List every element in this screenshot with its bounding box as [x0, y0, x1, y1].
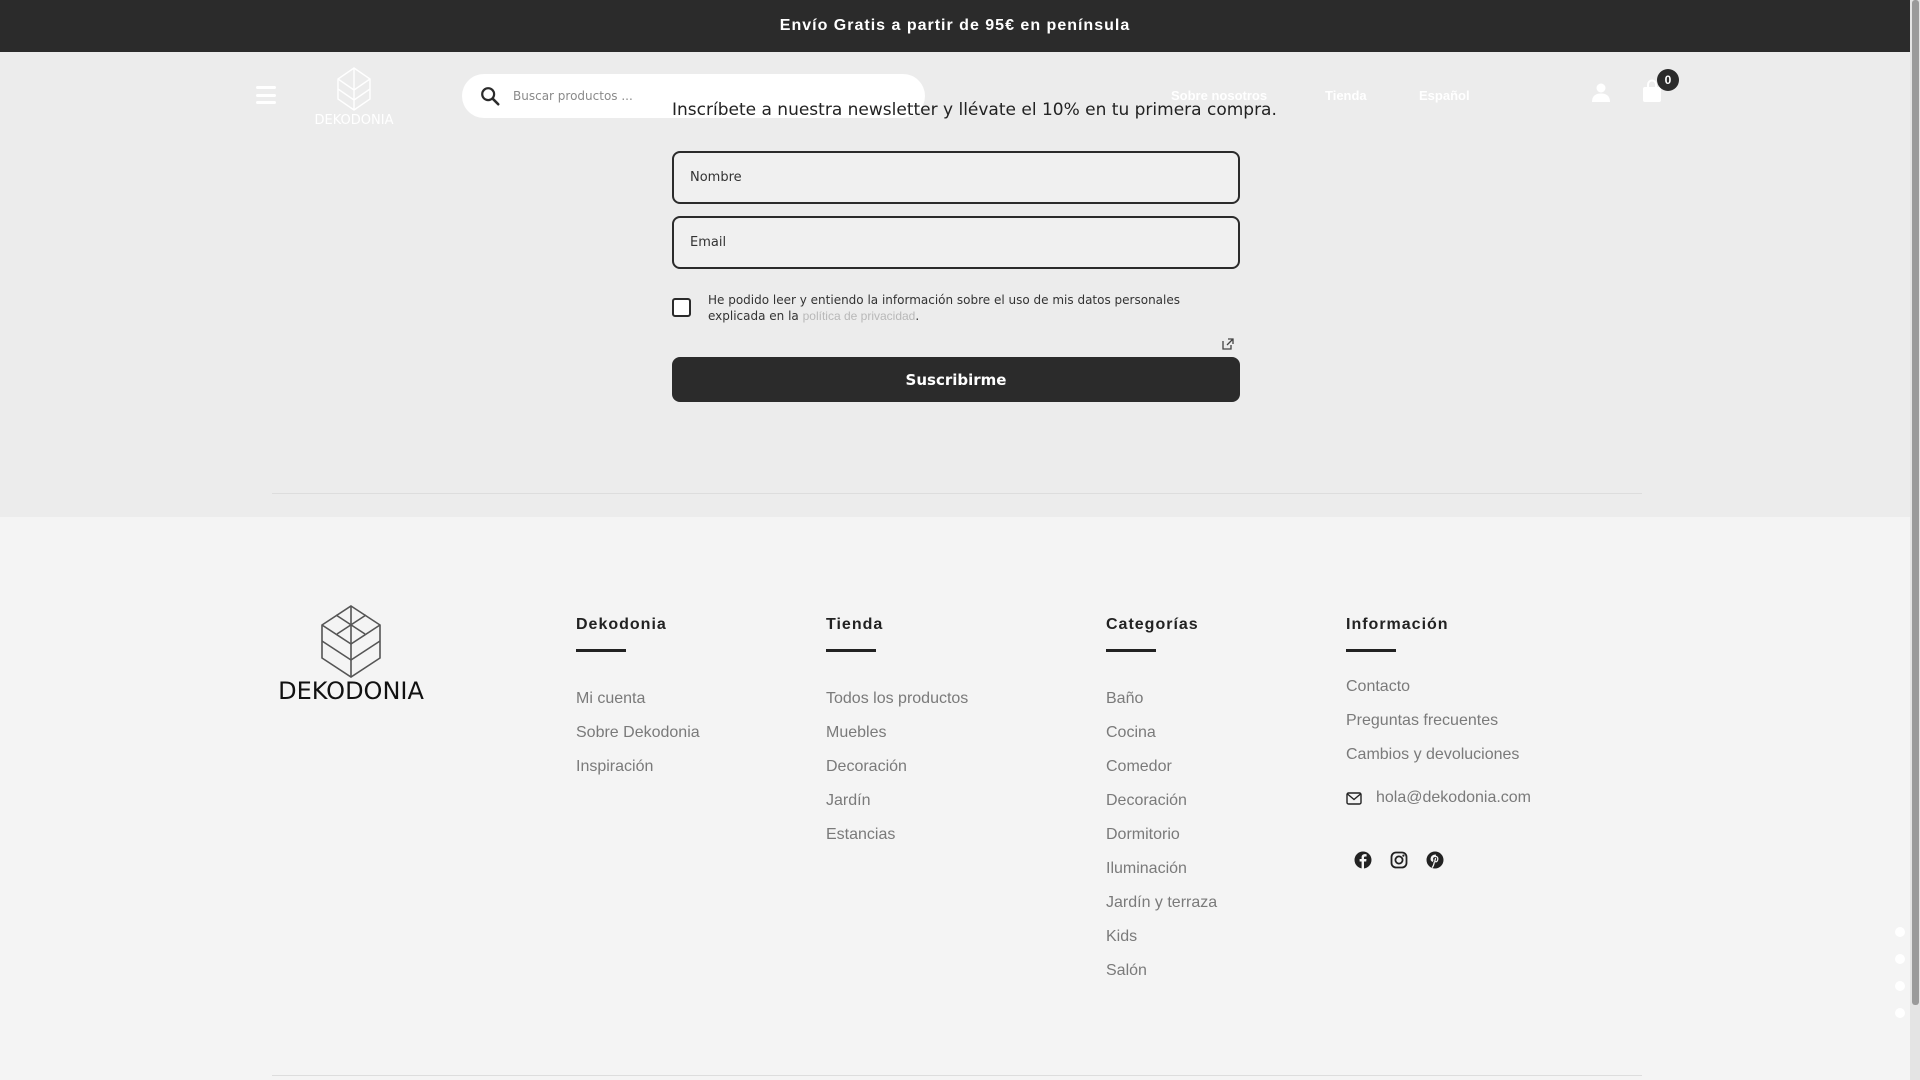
footer-link-contact[interactable]: Contacto: [1346, 678, 1519, 712]
envelope-icon: [1346, 791, 1362, 805]
instagram-link[interactable]: [1388, 849, 1410, 871]
name-input[interactable]: [690, 170, 1210, 185]
consent-checkbox[interactable]: [672, 298, 691, 317]
section-nav-dot[interactable]: [1895, 954, 1905, 964]
newsletter-section: [0, 52, 1910, 517]
footer-link-living-room[interactable]: Salón: [1106, 962, 1217, 996]
footer-link-bedroom[interactable]: Dormitorio: [1106, 826, 1217, 860]
footer-links-dekodonia: Mi cuenta Sobre Dekodonia Inspiración: [576, 690, 700, 792]
nav-language[interactable]: Español: [1419, 88, 1470, 103]
footer-link-decor[interactable]: Decoración: [1106, 792, 1217, 826]
footer-col-title-shop: Tienda: [826, 616, 884, 633]
footer-link-returns[interactable]: Cambios y devoluciones: [1346, 746, 1519, 780]
facebook-icon: [1354, 851, 1372, 869]
consent-text: He podido leer y entiendo la información…: [708, 292, 1240, 324]
instagram-icon: [1390, 851, 1408, 869]
footer-links-shop: Todos los productos Muebles Decoración J…: [826, 690, 968, 860]
user-icon[interactable]: [1591, 82, 1611, 102]
footer-link-all-products[interactable]: Todos los productos: [826, 690, 968, 724]
footer-email[interactable]: hola@dekodonia.com: [1346, 789, 1531, 807]
footer-links-categories: Baño Cocina Comedor Decoración Dormitori…: [1106, 690, 1217, 996]
footer-col-title-categories: Categorías: [1106, 616, 1199, 633]
footer-link-decoration[interactable]: Decoración: [826, 758, 968, 792]
section-nav-dot[interactable]: [1895, 981, 1905, 991]
footer-link-rooms[interactable]: Estancias: [826, 826, 968, 860]
section-nav-dot[interactable]: [1895, 1008, 1905, 1018]
footer-link-faq[interactable]: Preguntas frecuentes: [1346, 712, 1519, 746]
footer-col-title-info: Información: [1346, 616, 1449, 633]
shipping-banner-text: Envío Gratis a partir de 95€ en penínsul…: [779, 17, 1131, 34]
privacy-policy-link[interactable]: política de privacidad: [803, 309, 916, 323]
footer-link-kitchen[interactable]: Cocina: [1106, 724, 1217, 758]
footer-link-garden[interactable]: Jardín: [826, 792, 968, 826]
header-logo[interactable]: DEKODONIA: [310, 66, 398, 126]
footer-link-inspiration[interactable]: Inspiración: [576, 758, 700, 792]
section-divider: [272, 493, 1642, 494]
footer-col-underline: [576, 649, 626, 652]
footer-link-about[interactable]: Sobre Dekodonia: [576, 724, 700, 758]
footer-col-underline: [826, 649, 876, 652]
footer-logo[interactable]: DEKODONIA: [278, 603, 424, 701]
consent-label: He podido leer y entiendo la información…: [708, 293, 1180, 323]
nav-shop[interactable]: Tienda: [1325, 88, 1367, 103]
footer-link-garden-terrace[interactable]: Jardín y terraza: [1106, 894, 1217, 928]
footer-link-lighting[interactable]: Iluminación: [1106, 860, 1217, 894]
footer-link-dining[interactable]: Comedor: [1106, 758, 1217, 792]
section-nav-dot[interactable]: [1895, 927, 1905, 937]
header-logo-text: DEKODONIA: [315, 113, 394, 126]
name-field[interactable]: [672, 151, 1240, 204]
external-link-icon[interactable]: [1222, 338, 1234, 350]
footer-link-my-account[interactable]: Mi cuenta: [576, 690, 700, 724]
footer-col-title-dekodonia: Dekodonia: [576, 616, 667, 633]
footer-link-kids[interactable]: Kids: [1106, 928, 1217, 962]
scrollbar-thumb[interactable]: [1912, 0, 1919, 1005]
consent-end: .: [915, 309, 920, 323]
email-input[interactable]: [690, 235, 1210, 250]
footer-email-text[interactable]: hola@dekodonia.com: [1376, 789, 1531, 807]
footer-links-info: Contacto Preguntas frecuentes Cambios y …: [1346, 678, 1519, 780]
footer-divider: [272, 1075, 1642, 1076]
newsletter-text: Inscríbete a nuestra newsletter y llévat…: [672, 100, 1277, 120]
email-field[interactable]: [672, 216, 1240, 269]
footer-logo-text: DEKODONIA: [278, 677, 424, 701]
pinterest-link[interactable]: [1424, 849, 1446, 871]
footer-link-furniture[interactable]: Muebles: [826, 724, 968, 758]
footer-col-underline: [1346, 649, 1396, 652]
cart-count-badge: 0: [1657, 69, 1679, 91]
menu-icon[interactable]: [256, 86, 276, 104]
footer-col-underline: [1106, 649, 1156, 652]
pinterest-icon: [1426, 851, 1444, 869]
facebook-link[interactable]: [1352, 849, 1374, 871]
search-icon[interactable]: [479, 85, 501, 107]
footer-link-bathroom[interactable]: Baño: [1106, 690, 1217, 724]
shipping-banner: Envío Gratis a partir de 95€ en penínsul…: [0, 0, 1910, 52]
subscribe-button[interactable]: Suscribirme: [672, 357, 1240, 402]
